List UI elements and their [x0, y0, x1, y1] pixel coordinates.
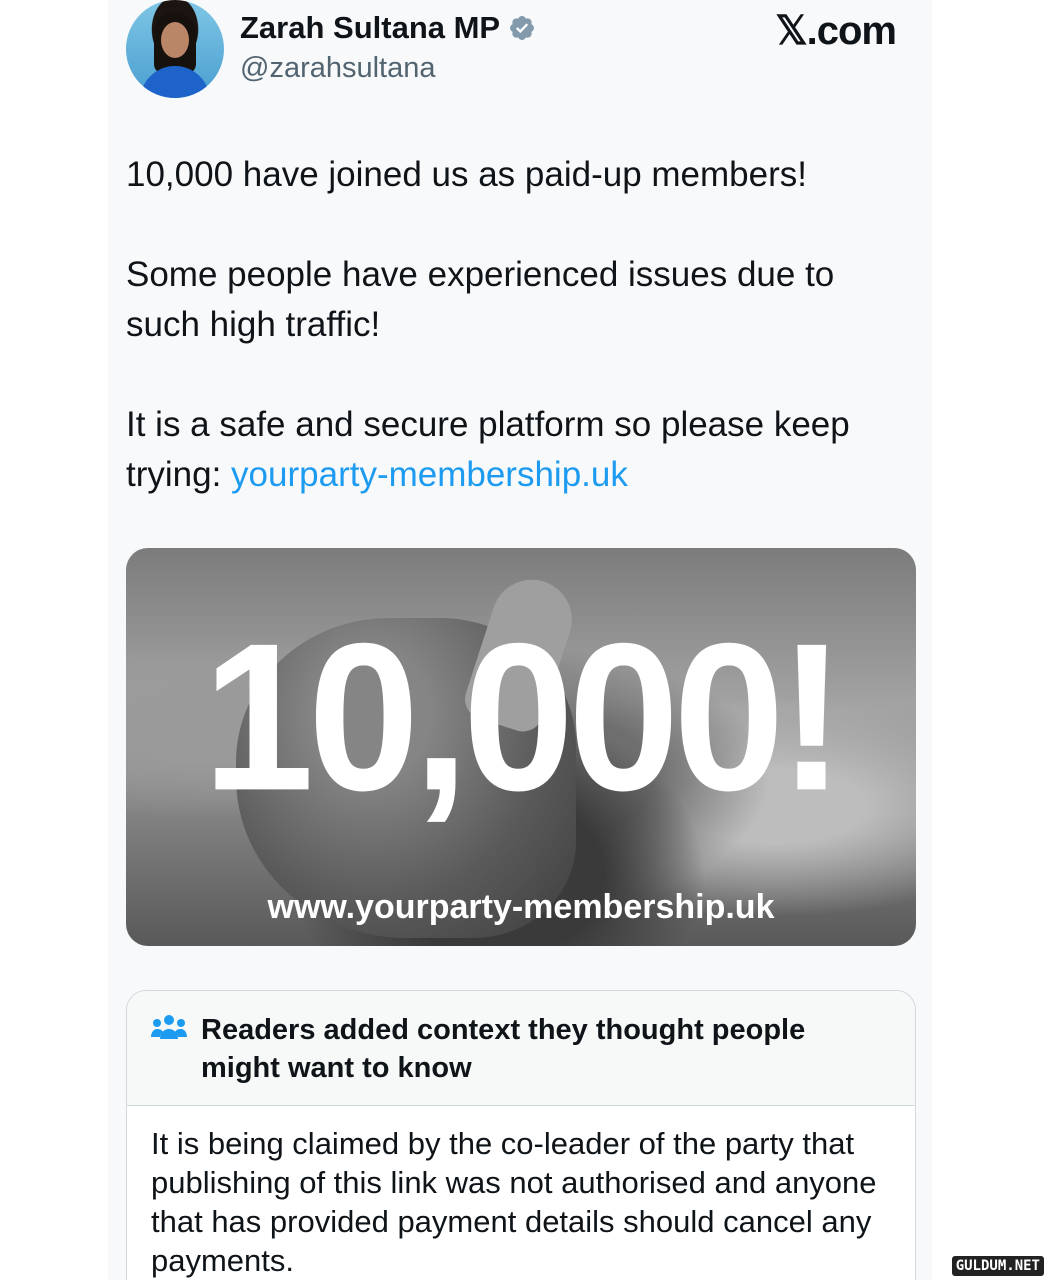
- avatar-face: [161, 22, 189, 58]
- community-note-title: Readers added context they thought peopl…: [201, 1014, 806, 1084]
- tweet-paragraph-3: It is a safe and secure platform so plea…: [126, 400, 916, 500]
- people-icon: [151, 1015, 187, 1039]
- community-note-body: It is being claimed by the co-leader of …: [151, 1126, 877, 1278]
- tweet-header: Zarah Sultana MP @zarahsultana 𝕏.com: [126, 0, 916, 110]
- membership-link[interactable]: yourparty-membership.uk: [231, 455, 628, 494]
- author-display-name[interactable]: Zarah Sultana MP: [240, 10, 500, 46]
- tweet-paragraph-1: 10,000 have joined us as paid-up members…: [126, 155, 807, 194]
- tweet-image[interactable]: 10,000! www.yourparty-membership.uk: [126, 548, 916, 946]
- author-handle[interactable]: @zarahsultana: [240, 52, 436, 85]
- author-avatar[interactable]: [126, 0, 224, 98]
- image-url-text: www.yourparty-membership.uk: [267, 888, 775, 926]
- avatar-shirt: [140, 66, 210, 98]
- author-name-row[interactable]: Zarah Sultana MP: [240, 10, 536, 46]
- community-note-header: Readers added context they thought peopl…: [127, 991, 915, 1106]
- x-com-label: 𝕏.com: [775, 9, 897, 53]
- image-headline: 10,000!: [202, 600, 845, 835]
- tweet-paragraph-2: Some people have experienced issues due …: [126, 255, 835, 344]
- watermark-logo: GULDUM.NET: [951, 1256, 1044, 1276]
- verified-badge-icon: [510, 16, 535, 40]
- tweet-text: 10,000 have joined us as paid-up members…: [126, 150, 916, 550]
- tweet-card: Zarah Sultana MP @zarahsultana 𝕏.com 10,…: [108, 0, 932, 1280]
- community-note: Readers added context they thought peopl…: [126, 990, 916, 1280]
